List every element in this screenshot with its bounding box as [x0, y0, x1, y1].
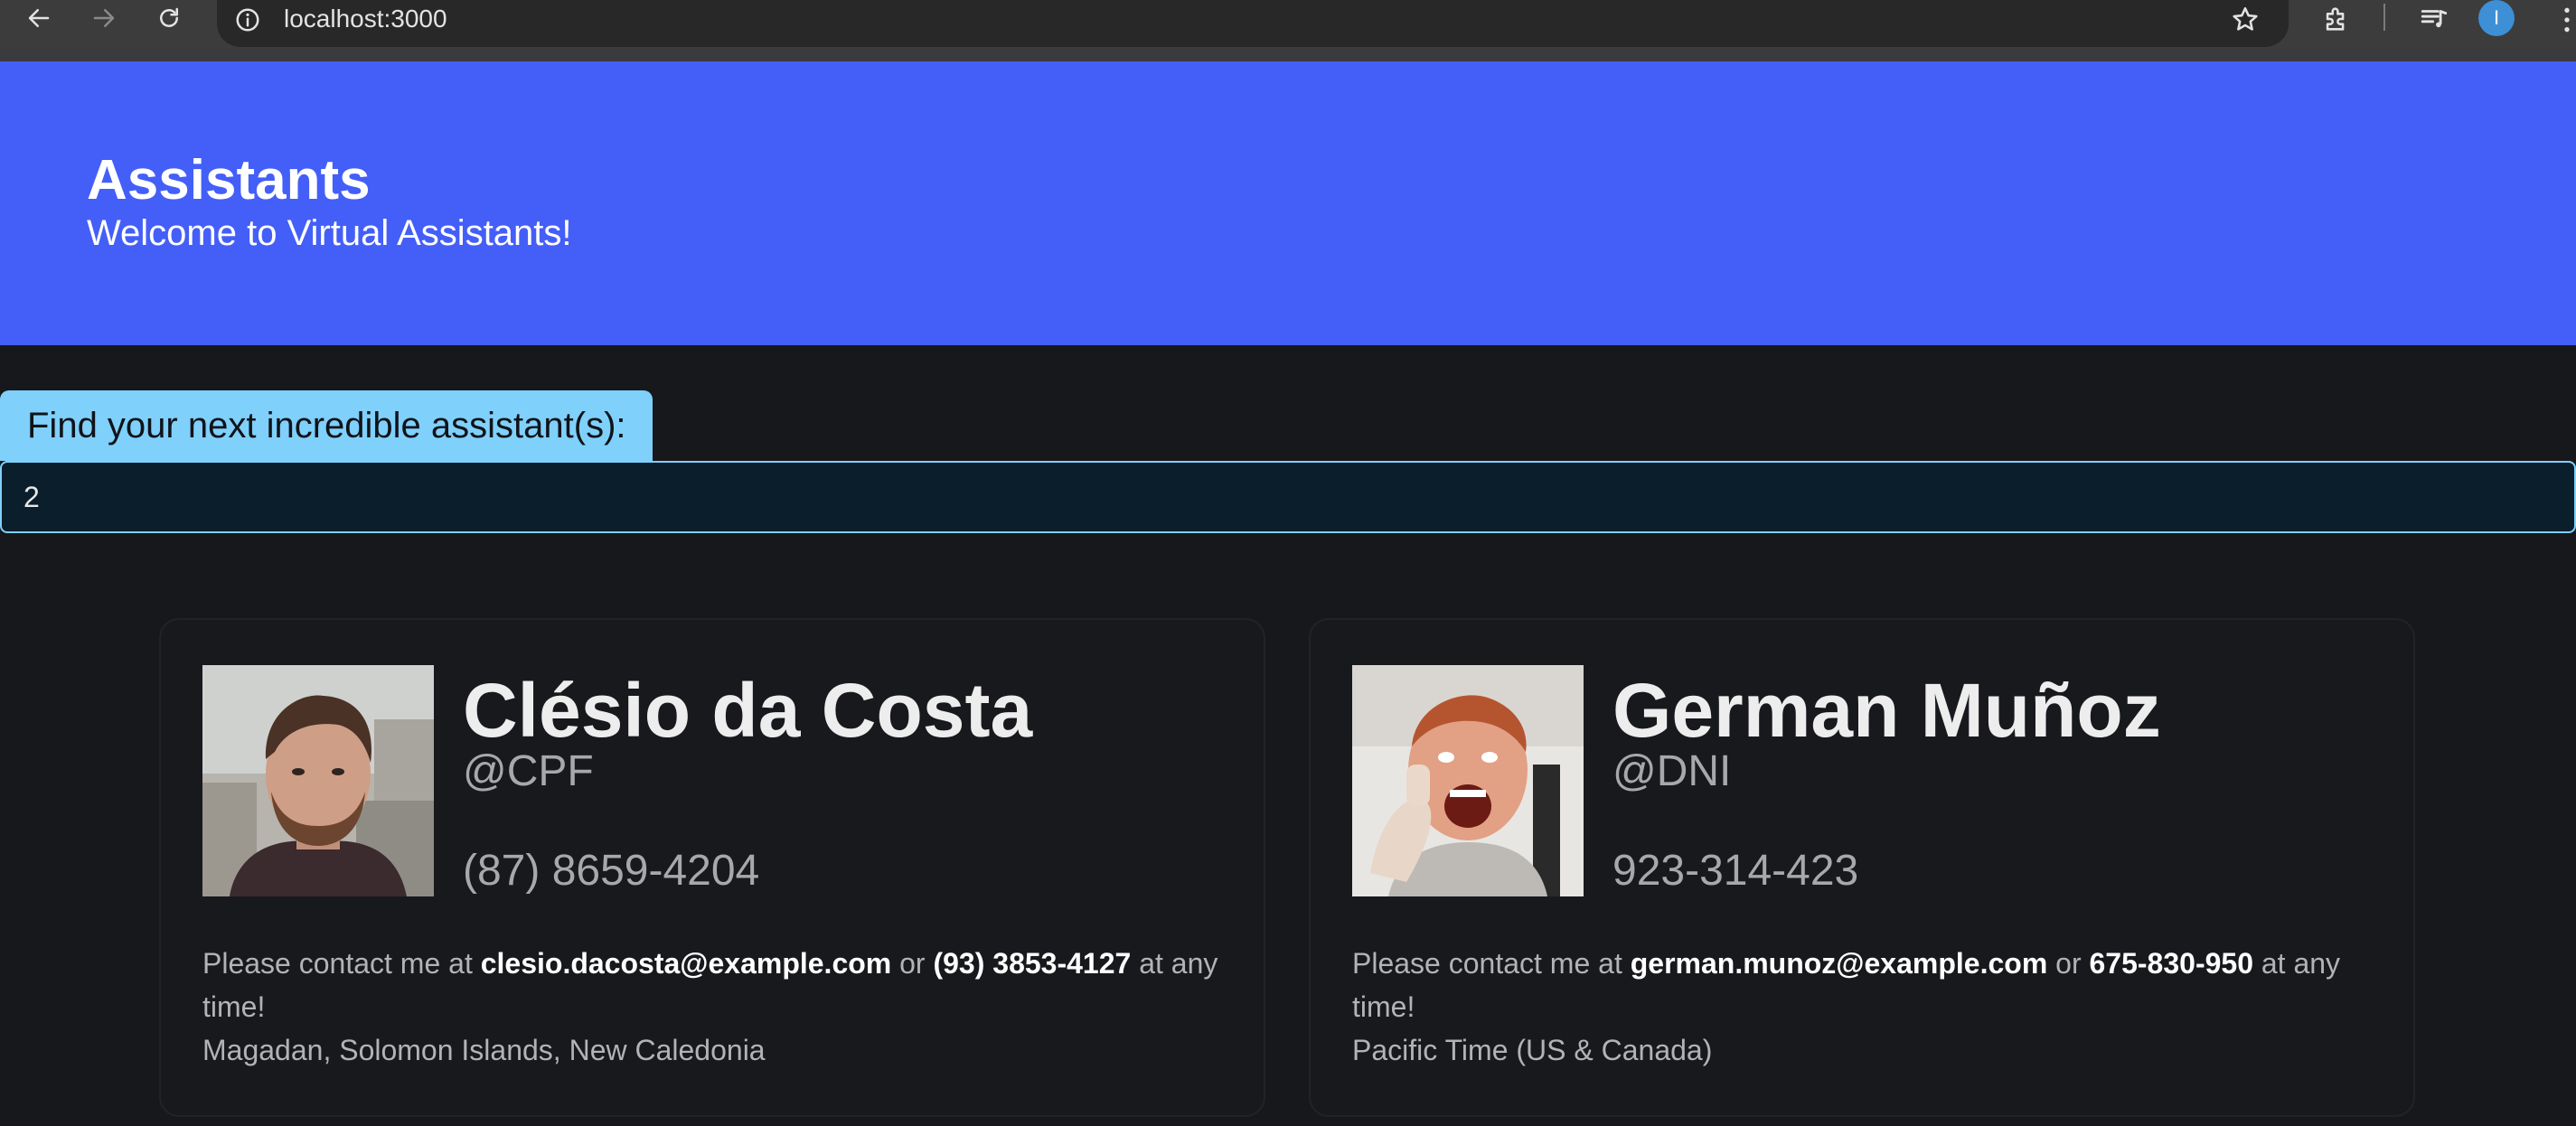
- address-bar[interactable]: localhost:3000: [217, 0, 2289, 47]
- search-label: Find your next incredible assistant(s):: [0, 390, 653, 461]
- more-menu-icon[interactable]: [2558, 2, 2576, 38]
- back-button[interactable]: [16, 0, 61, 36]
- site-info-icon[interactable]: [231, 4, 264, 36]
- browser-toolbar: localhost:3000 I: [0, 0, 2576, 61]
- url-text: localhost:3000: [284, 5, 447, 33]
- extensions-button[interactable]: [2316, 0, 2357, 38]
- page-header: Assistants Welcome to Virtual Assistants…: [0, 61, 2576, 345]
- contact-or: or: [899, 947, 926, 980]
- page-title: Assistants: [87, 149, 371, 211]
- reload-button[interactable]: [146, 0, 192, 36]
- assistant-name: German Muñoz: [1612, 668, 2161, 753]
- media-controls-button[interactable]: [2413, 0, 2455, 38]
- search-input[interactable]: [0, 461, 2576, 533]
- toolbar-bottom-strip: [0, 49, 2576, 61]
- contact-prefix: Please contact me at: [202, 947, 473, 980]
- assistant-location: Pacific Time (US & Canada): [1352, 1034, 1713, 1066]
- assistant-handle: @DNI: [1612, 747, 1732, 795]
- assistant-location: Magadan, Solomon Islands, New Caledonia: [202, 1034, 766, 1066]
- assistant-card: Clésio da Costa @CPF (87) 8659-4204 Plea…: [159, 618, 1265, 1117]
- page-subtitle: Welcome to Virtual Assistants!: [87, 213, 572, 253]
- contact-prefix: Please contact me at: [1352, 947, 1622, 980]
- assistant-phone: (87) 8659-4204: [463, 847, 760, 895]
- avatar: [202, 665, 434, 896]
- contact-email: german.munoz@example.com: [1630, 947, 2048, 980]
- assistant-card: German Muñoz @DNI 923-314-423 Please con…: [1309, 618, 2415, 1117]
- toolbar-divider: [2383, 4, 2385, 31]
- contact-text: Please contact me at german.munoz@exampl…: [1352, 942, 2383, 1028]
- arrow-left-icon: [28, 9, 50, 27]
- contact-alt-phone: (93) 3853-4127: [933, 947, 1132, 980]
- contact-alt-phone: 675-830-950: [2089, 947, 2253, 980]
- contact-email: clesio.dacosta@example.com: [480, 947, 892, 980]
- avatar: [1352, 665, 1584, 896]
- puzzle-icon: [2326, 7, 2345, 31]
- contact-or: or: [2055, 947, 2082, 980]
- assistant-handle: @CPF: [463, 747, 594, 795]
- arrow-right-icon: [93, 9, 115, 27]
- profile-avatar[interactable]: I: [2478, 0, 2515, 36]
- bookmark-star-icon[interactable]: [2227, 2, 2263, 38]
- playlist-icon: [2421, 10, 2448, 28]
- contact-text: Please contact me at clesio.dacosta@exam…: [202, 942, 1233, 1028]
- forward-button[interactable]: [81, 0, 127, 36]
- reload-icon: [160, 7, 178, 27]
- assistant-phone: 923-314-423: [1612, 847, 1859, 895]
- assistant-name: Clésio da Costa: [463, 668, 1033, 753]
